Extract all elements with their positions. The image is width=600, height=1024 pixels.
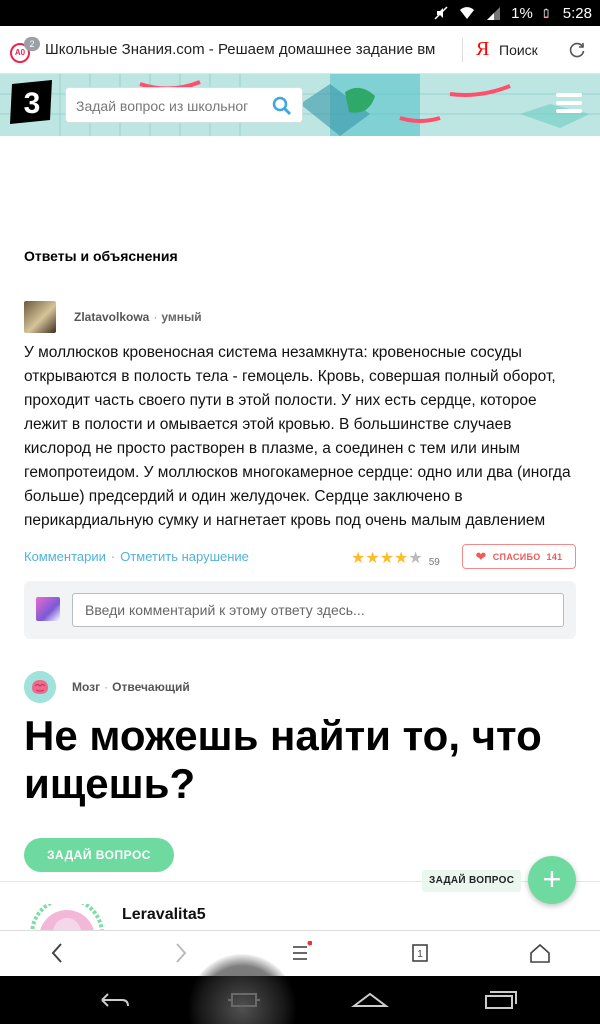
signal-icon <box>487 7 501 20</box>
battery-percent: 1% <box>511 4 533 22</box>
rating-count: 59 <box>428 557 440 568</box>
report-link[interactable]: Отметить нарушение <box>120 549 249 564</box>
url-title[interactable]: Школьные Знания.com - Решаем домашнее за… <box>45 41 463 58</box>
answer-author-avatar[interactable] <box>24 301 56 333</box>
answer-author-name[interactable]: Zlatavolkowa <box>74 310 149 324</box>
tabs-count-badge: 2 <box>24 37 40 51</box>
status-time: 5:28 <box>562 4 592 22</box>
star-icon[interactable]: ★ <box>408 550 422 567</box>
nav-home-icon[interactable] <box>350 986 390 1014</box>
answer-author-meta: Zlatavolkowa · умный <box>74 310 202 324</box>
rating-stars[interactable]: ★ ★ ★ ★ ★ 59 <box>351 549 440 568</box>
meta-dot: · <box>104 680 109 694</box>
section-title: Ответы и объяснения <box>24 248 178 264</box>
ask-question-button[interactable]: ЗАДАЙ ВОПРОС <box>24 838 174 872</box>
thanks-button[interactable]: ❤ СПАСИБО 141 <box>462 544 576 569</box>
brainly-logo-icon[interactable]: 3 <box>10 80 54 124</box>
next-user-name[interactable]: Leravalita5 <box>122 906 206 924</box>
comment-input[interactable] <box>72 593 564 627</box>
bot-role: Отвечающий <box>112 680 190 694</box>
tabs-button[interactable]: A0 2 <box>10 37 40 63</box>
status-bar: 1% 5:28 <box>0 0 600 26</box>
answer-links: Комментарии · Отметить нарушение <box>24 549 249 564</box>
star-icon[interactable]: ★ <box>394 550 408 567</box>
address-divider <box>462 38 463 62</box>
commenter-avatar <box>36 597 60 621</box>
bot-meta: Мозг · Отвечающий <box>72 680 190 694</box>
bot-name: Мозг <box>72 680 101 694</box>
site-header: 3 <box>0 74 600 136</box>
fab-label[interactable]: ЗАДАЙ ВОПРОС <box>422 870 522 892</box>
wifi-icon <box>460 7 475 19</box>
star-icon[interactable]: ★ <box>365 550 379 567</box>
battery-icon <box>543 8 549 18</box>
star-icon[interactable]: ★ <box>380 550 394 567</box>
thanks-count: 141 <box>546 551 563 562</box>
comment-box <box>24 581 576 639</box>
site-search-input[interactable] <box>76 96 266 116</box>
answer-author-rank: умный <box>161 310 202 324</box>
svg-text:3: 3 <box>24 87 41 120</box>
hamburger-menu-icon[interactable] <box>556 92 582 114</box>
nav-back-icon[interactable] <box>94 986 134 1014</box>
mute-icon <box>434 6 448 20</box>
star-icon[interactable]: ★ <box>351 550 365 567</box>
svg-text:1: 1 <box>417 949 423 960</box>
home-icon[interactable] <box>528 941 552 965</box>
reload-icon[interactable] <box>568 41 586 59</box>
cta-heading: Не можешь найти то, что ищешь? <box>24 712 542 807</box>
browser-menu-icon[interactable] <box>288 941 312 965</box>
comments-link[interactable]: Комментарии <box>24 549 106 564</box>
back-arrow-icon[interactable] <box>46 941 70 965</box>
links-separator: · <box>110 549 116 564</box>
meta-dot: · <box>153 310 158 324</box>
site-search-box <box>65 87 303 123</box>
browser-bottom-toolbar: 1 <box>0 930 600 976</box>
android-nav-bar <box>0 976 600 1024</box>
brain-avatar-icon <box>24 671 56 703</box>
search-icon[interactable] <box>272 96 292 116</box>
nav-recents-icon[interactable] <box>480 986 520 1014</box>
tabs-switcher-icon[interactable]: 1 <box>408 941 432 965</box>
forward-arrow-icon[interactable] <box>168 941 192 965</box>
add-question-fab[interactable]: + <box>528 856 576 904</box>
browser-search-button[interactable]: Поиск <box>499 42 538 58</box>
answer-text: У моллюсков кровеносная система незамкну… <box>24 344 571 529</box>
yandex-logo-icon[interactable]: Я <box>476 38 489 61</box>
heart-icon: ❤ <box>475 548 487 564</box>
thanks-label: СПАСИБО <box>492 551 541 562</box>
browser-address-bar: A0 2 Школьные Знания.com - Решаем домашн… <box>0 26 600 74</box>
